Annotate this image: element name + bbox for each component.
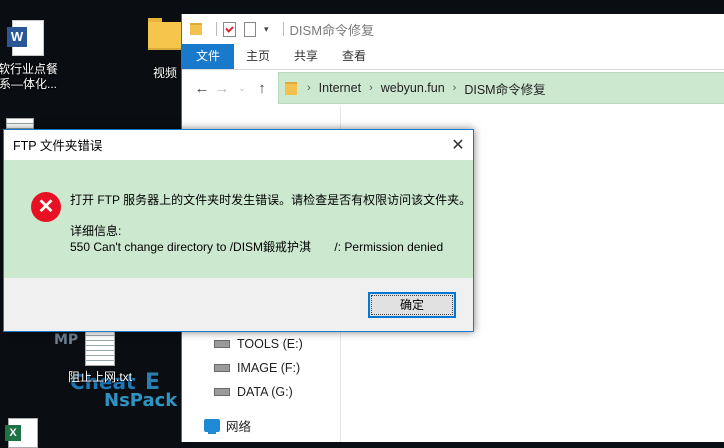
nav-item-data-drive[interactable]: DATA (G:)	[214, 385, 293, 399]
error-icon: ✕	[31, 192, 61, 222]
up-arrow-icon[interactable]: ↑	[252, 80, 272, 97]
desktop-icon-word-doc[interactable]: W 软行业点餐 系—体化...	[0, 20, 58, 92]
detail-heading: 详细信息:	[70, 224, 122, 238]
folder-icon	[148, 18, 182, 50]
ribbon-tabs: 文件 主页 共享 查看	[182, 44, 724, 69]
drive-icon	[214, 388, 230, 396]
desktop-icon-excel[interactable]: X	[5, 418, 38, 448]
folder-icon	[285, 81, 297, 95]
network-icon	[204, 419, 220, 434]
dialog-title: FTP 文件夹错误	[13, 139, 103, 153]
desktop-icon-label: 阻止上网.txt	[67, 370, 132, 384]
desktop-icon-label: 系—体化...	[0, 77, 57, 91]
ok-button-label: 确定	[371, 295, 453, 315]
tab-share[interactable]: 共享	[282, 44, 330, 69]
drive-icon	[214, 364, 230, 372]
tab-file[interactable]: 文件	[182, 44, 235, 69]
nav-item-image-drive[interactable]: IMAGE (F:)	[214, 361, 300, 375]
desktop-icon-label: 软行业点餐	[0, 62, 59, 76]
divider	[282, 22, 284, 36]
tab-home[interactable]: 主页	[234, 44, 282, 69]
error-detail: 550 Can't change directory to /DISM鍛戒护淇 …	[70, 240, 444, 254]
new-folder-icon[interactable]	[244, 21, 256, 37]
dialog-title-bar: FTP 文件夹错误 ✕	[4, 130, 473, 159]
word-document-icon: W	[7, 20, 44, 56]
properties-icon[interactable]	[223, 21, 236, 37]
nav-item-label: DATA (G:)	[237, 385, 293, 399]
customize-dropdown-icon[interactable]: ▾	[264, 24, 269, 35]
window-title: DISM命令修复	[289, 22, 375, 38]
close-icon[interactable]: ✕	[443, 135, 473, 155]
dialog-body: ✕ 打开 FTP 服务器上的文件夹时发生错误。请检查是否有权限访问该文件夹。 详…	[4, 160, 473, 278]
back-arrow-icon[interactable]: ←	[192, 80, 212, 97]
nav-item-tools-drive[interactable]: TOOLS (E:)	[214, 337, 303, 351]
address-bar[interactable]: › Internet › webyun.fun › DISM命令修复	[278, 72, 724, 104]
drive-icon	[214, 340, 230, 348]
breadcrumb-server[interactable]: webyun.fun	[381, 81, 445, 95]
navigation-bar: ← → ⌄ ↑ › Internet › webyun.fun › DISM命令…	[182, 70, 724, 106]
nav-item-network[interactable]: 网络	[204, 416, 251, 435]
excel-icon: X	[5, 418, 38, 448]
text-file-icon	[85, 330, 115, 366]
breadcrumb-internet[interactable]: Internet	[319, 81, 361, 95]
ftp-error-dialog: FTP 文件夹错误 ✕ ✕ 打开 FTP 服务器上的文件夹时发生错误。请检查是否…	[3, 129, 474, 332]
art-text: NsPack	[104, 390, 178, 411]
nav-item-label: IMAGE (F:)	[237, 361, 301, 375]
error-message: 打开 FTP 服务器上的文件夹时发生错误。请检查是否有权限访问该文件夹。	[70, 193, 472, 207]
nav-item-label: 网络	[226, 420, 252, 434]
nav-item-label: TOOLS (E:)	[237, 337, 303, 351]
tab-view[interactable]: 查看	[330, 44, 378, 69]
chevron-right-icon[interactable]: ›	[369, 82, 373, 94]
folder-icon	[190, 23, 202, 35]
forward-arrow-icon[interactable]: →	[212, 80, 232, 97]
desktop-icon-txt-file[interactable]: 阻止上网.txt	[60, 330, 140, 385]
title-bar: ▾ DISM命令修复	[182, 14, 724, 44]
chevron-right-icon[interactable]: ›	[453, 82, 457, 94]
divider	[216, 22, 217, 36]
ok-button[interactable]: 确定	[368, 292, 456, 318]
dialog-footer: 确定	[4, 278, 473, 331]
chevron-right-icon[interactable]: ›	[307, 82, 311, 94]
recent-dropdown-icon[interactable]: ⌄	[232, 83, 252, 94]
breadcrumb-folder[interactable]: DISM命令修复	[464, 79, 545, 98]
